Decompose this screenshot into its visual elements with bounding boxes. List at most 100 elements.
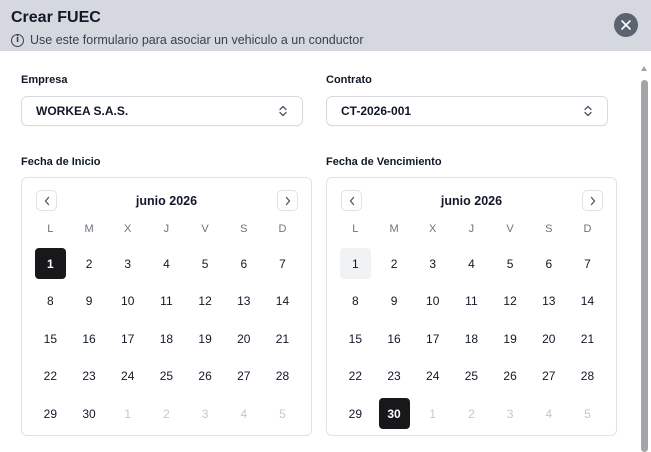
calendar-day-number: 15 <box>43 331 58 346</box>
calendar-day[interactable]: 24 <box>413 358 452 396</box>
calendar-day[interactable]: 27 <box>224 358 263 396</box>
calendar-day[interactable]: 28 <box>263 358 302 396</box>
calendar-day[interactable]: 6 <box>224 245 263 283</box>
scrollbar[interactable] <box>640 66 649 452</box>
calendar-day[interactable]: 9 <box>375 283 414 321</box>
calendar-day[interactable]: 13 <box>529 283 568 321</box>
calendar-day[interactable]: 14 <box>568 283 607 321</box>
calendar-day-number: 15 <box>348 331 363 346</box>
calendar-day[interactable]: 1 <box>108 395 147 433</box>
calendar-day[interactable]: 17 <box>108 320 147 358</box>
calendar-day[interactable]: 23 <box>375 358 414 396</box>
calendar-day[interactable]: 2 <box>70 245 109 283</box>
calendar-day[interactable]: 12 <box>491 283 530 321</box>
calendar-day[interactable]: 5 <box>186 245 225 283</box>
calendar-day-number: 26 <box>198 369 212 384</box>
calendar-day[interactable]: 3 <box>491 395 530 433</box>
calendar-day-number: 23 <box>387 369 401 384</box>
calendar-day[interactable]: 5 <box>491 245 530 283</box>
calendar-day[interactable]: 18 <box>452 320 491 358</box>
calendar-day[interactable]: 29 <box>31 395 70 433</box>
calendar-day[interactable]: 9 <box>70 283 109 321</box>
calendar-day-number: 5 <box>201 256 209 271</box>
calendar-day[interactable]: 29 <box>336 395 375 433</box>
calendar-day[interactable]: 19 <box>186 320 225 358</box>
calendar-day-number: 2 <box>85 256 93 271</box>
day-grid: 1 2 3 4 5 6 7 8 9 10 11 12 13 14 15 16 17 18 19 20 21 22 23 24 2… <box>336 245 607 433</box>
calendar-day[interactable]: 6 <box>529 245 568 283</box>
calendar-day[interactable]: 21 <box>568 320 607 358</box>
calendar-day[interactable]: 2 <box>375 245 414 283</box>
fecha-inicio-label: Fecha de Inicio <box>21 156 101 168</box>
calendar-day-number: 13 <box>542 294 556 309</box>
calendar-day[interactable]: 17 <box>413 320 452 358</box>
calendar-day[interactable]: 7 <box>568 245 607 283</box>
calendar-day[interactable]: 4 <box>224 395 263 433</box>
calendar-day[interactable]: 25 <box>147 358 186 396</box>
calendar-day[interactable]: 23 <box>70 358 109 396</box>
calendar-day[interactable]: 10 <box>413 283 452 321</box>
calendar-day-number: 2 <box>163 406 170 421</box>
calendar-day[interactable]: 30 <box>70 395 109 433</box>
calendar-day[interactable]: 16 <box>70 320 109 358</box>
calendar-day[interactable]: 2 <box>147 395 186 433</box>
scrollbar-thumb[interactable] <box>641 80 648 452</box>
calendar-day[interactable]: 14 <box>263 283 302 321</box>
contrato-select[interactable]: CT-2026-001 <box>326 96 608 126</box>
day-grid: 1 2 3 4 5 6 7 8 9 10 11 12 13 14 15 16 17 18 19 20 21 22 23 24 2… <box>31 245 302 433</box>
calendar-day[interactable]: 8 <box>31 283 70 321</box>
calendar-day[interactable]: 3 <box>108 245 147 283</box>
close-button[interactable] <box>614 13 638 37</box>
calendar-day[interactable]: 4 <box>147 245 186 283</box>
calendar-day[interactable]: 1 <box>31 245 70 283</box>
calendar-day-number: 17 <box>121 331 135 346</box>
empresa-select[interactable]: WORKEA S.A.S. <box>21 96 303 126</box>
calendar-day[interactable]: 21 <box>263 320 302 358</box>
calendar-day[interactable]: 12 <box>186 283 225 321</box>
calendar-day[interactable]: 30 <box>375 395 414 433</box>
calendar-day[interactable]: 11 <box>452 283 491 321</box>
calendar-day[interactable]: 7 <box>263 245 302 283</box>
calendar-day[interactable]: 24 <box>108 358 147 396</box>
calendar-day[interactable]: 22 <box>336 358 375 396</box>
calendar-day[interactable]: 26 <box>491 358 530 396</box>
calendar-day[interactable]: 3 <box>186 395 225 433</box>
calendar-day[interactable]: 18 <box>147 320 186 358</box>
calendar-day[interactable]: 4 <box>452 245 491 283</box>
calendar-day[interactable]: 19 <box>491 320 530 358</box>
calendar-day-number: 19 <box>503 331 517 346</box>
calendar-day[interactable]: 1 <box>413 395 452 433</box>
calendar-day[interactable]: 27 <box>529 358 568 396</box>
calendar-day[interactable]: 5 <box>568 395 607 433</box>
end-date-calendar: junio 2026 LMXJVSD 1 2 3 4 5 6 7 8 9 10 11 12 13 14 15… <box>326 177 617 436</box>
calendar-day[interactable]: 10 <box>108 283 147 321</box>
calendar-day-number: 18 <box>464 331 479 346</box>
calendar-day[interactable]: 15 <box>336 320 375 358</box>
scroll-up-arrow-icon[interactable] <box>641 66 647 71</box>
calendar-day[interactable]: 3 <box>413 245 452 283</box>
calendar-day[interactable]: 5 <box>263 395 302 433</box>
calendar-day[interactable]: 25 <box>452 358 491 396</box>
calendar-day[interactable]: 20 <box>529 320 568 358</box>
calendar-day[interactable]: 8 <box>336 283 375 321</box>
calendar-day-number: 4 <box>163 256 170 271</box>
calendar-day[interactable]: 11 <box>147 283 186 321</box>
calendar-day[interactable]: 20 <box>224 320 263 358</box>
calendar-day[interactable]: 28 <box>568 358 607 396</box>
calendar-day[interactable]: 4 <box>529 395 568 433</box>
calendar-day[interactable]: 26 <box>186 358 225 396</box>
calendar-day[interactable]: 13 <box>224 283 263 321</box>
next-month-button[interactable] <box>582 190 603 211</box>
calendar-day-number: 1 <box>339 248 371 280</box>
next-month-button[interactable] <box>277 190 298 211</box>
calendar-day[interactable]: 16 <box>375 320 414 358</box>
calendar-day-number: 20 <box>542 331 556 346</box>
calendar-day-number: 12 <box>198 294 212 309</box>
calendar-day[interactable]: 15 <box>31 320 70 358</box>
calendar-day[interactable]: 22 <box>31 358 70 396</box>
calendar-day[interactable]: 1 <box>336 245 375 283</box>
calendar-day-number: 18 <box>159 331 174 346</box>
calendar-day[interactable]: 2 <box>452 395 491 433</box>
calendar-day-number: 6 <box>240 256 248 271</box>
weekday-label: D <box>583 223 592 235</box>
